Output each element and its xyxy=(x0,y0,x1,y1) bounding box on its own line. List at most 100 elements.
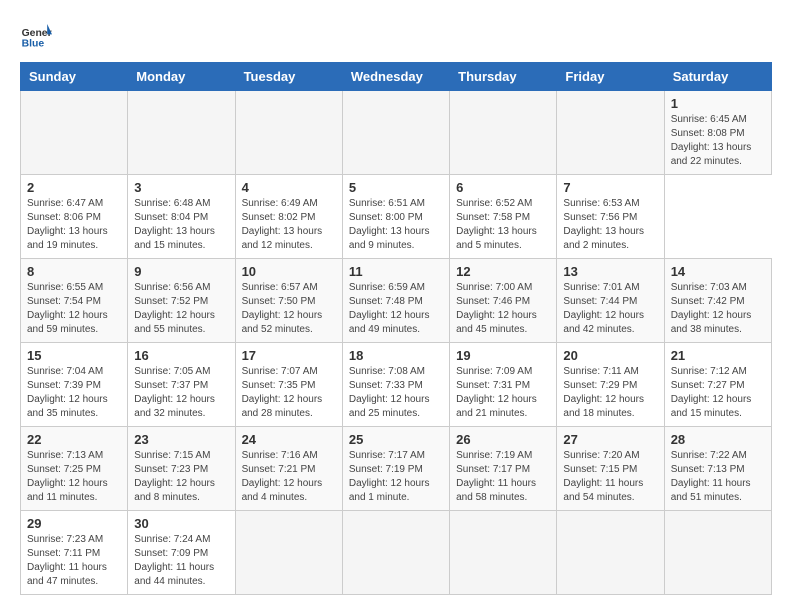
day-info: Sunrise: 7:08 AMSunset: 7:33 PMDaylight:… xyxy=(349,365,443,421)
calendar-table: SundayMondayTuesdayWednesdayThursdayFrid… xyxy=(20,62,772,595)
svg-text:Blue: Blue xyxy=(22,38,45,49)
day-info: Sunrise: 7:09 AMSunset: 7:31 PMDaylight:… xyxy=(456,365,550,421)
col-header-sunday: Sunday xyxy=(21,63,128,91)
day-info: Sunrise: 6:59 AMSunset: 7:48 PMDaylight:… xyxy=(349,281,443,337)
day-cell-17: 17 Sunrise: 7:07 AMSunset: 7:35 PMDayligh… xyxy=(235,343,342,427)
calendar-week-1: 1Sunrise: 6:45 AMSunset: 8:08 PMDaylight… xyxy=(21,91,772,175)
day-info: Sunrise: 6:49 AMSunset: 8:02 PMDaylight:… xyxy=(242,197,336,253)
day-info: Sunrise: 7:15 AMSunset: 7:23 PMDaylight:… xyxy=(134,449,228,505)
day-cell-22: 22 Sunrise: 7:13 AMSunset: 7:25 PMDayligh… xyxy=(21,427,128,511)
empty-cell xyxy=(557,91,664,175)
day-cell-20: 20 Sunrise: 7:11 AMSunset: 7:29 PMDayligh… xyxy=(557,343,664,427)
day-cell-16: 16 Sunrise: 7:05 AMSunset: 7:37 PMDayligh… xyxy=(128,343,235,427)
day-number: 18 xyxy=(349,348,443,363)
day-cell-6: 6Sunrise: 6:52 AMSunset: 7:58 PMDaylight… xyxy=(450,175,557,259)
day-cell-2: 2 Sunrise: 6:47 AMSunset: 8:06 PMDaylight… xyxy=(21,175,128,259)
day-cell-24: 24 Sunrise: 7:16 AMSunset: 7:21 PMDayligh… xyxy=(235,427,342,511)
empty-cell xyxy=(235,511,342,595)
day-info: Sunrise: 7:22 AMSunset: 7:13 PMDaylight:… xyxy=(671,449,765,505)
day-number: 4 xyxy=(242,180,336,195)
empty-cell xyxy=(450,91,557,175)
day-number: 29 xyxy=(27,516,121,531)
col-header-friday: Friday xyxy=(557,63,664,91)
day-number: 24 xyxy=(242,432,336,447)
day-cell-7: 7Sunrise: 6:53 AMSunset: 7:56 PMDaylight… xyxy=(557,175,664,259)
day-number: 21 xyxy=(671,348,765,363)
day-number: 30 xyxy=(134,516,228,531)
calendar-body: 1Sunrise: 6:45 AMSunset: 8:08 PMDaylight… xyxy=(21,91,772,595)
day-cell-29: 29 Sunrise: 7:23 AMSunset: 7:11 PMDayligh… xyxy=(21,511,128,595)
calendar-week-3: 8 Sunrise: 6:55 AMSunset: 7:54 PMDaylight… xyxy=(21,259,772,343)
day-cell-18: 18 Sunrise: 7:08 AMSunset: 7:33 PMDayligh… xyxy=(342,343,449,427)
day-info: Sunrise: 7:24 AMSunset: 7:09 PMDaylight:… xyxy=(134,533,228,589)
day-number: 5 xyxy=(349,180,443,195)
day-info: Sunrise: 7:05 AMSunset: 7:37 PMDaylight:… xyxy=(134,365,228,421)
calendar-header-row: SundayMondayTuesdayWednesdayThursdayFrid… xyxy=(21,63,772,91)
day-number: 15 xyxy=(27,348,121,363)
day-cell-27: 27Sunrise: 7:20 AMSunset: 7:15 PMDayligh… xyxy=(557,427,664,511)
page-header: General Blue xyxy=(20,20,772,52)
day-info: Sunrise: 6:48 AMSunset: 8:04 PMDaylight:… xyxy=(134,197,228,253)
empty-cell xyxy=(450,511,557,595)
day-number: 1 xyxy=(671,96,765,111)
day-cell-14: 14Sunrise: 7:03 AMSunset: 7:42 PMDayligh… xyxy=(664,259,771,343)
day-info: Sunrise: 6:57 AMSunset: 7:50 PMDaylight:… xyxy=(242,281,336,337)
day-cell-11: 11 Sunrise: 6:59 AMSunset: 7:48 PMDayligh… xyxy=(342,259,449,343)
day-info: Sunrise: 7:12 AMSunset: 7:27 PMDaylight:… xyxy=(671,365,765,421)
col-header-wednesday: Wednesday xyxy=(342,63,449,91)
day-info: Sunrise: 7:03 AMSunset: 7:42 PMDaylight:… xyxy=(671,281,765,337)
day-cell-13: 13Sunrise: 7:01 AMSunset: 7:44 PMDayligh… xyxy=(557,259,664,343)
day-info: Sunrise: 7:20 AMSunset: 7:15 PMDaylight:… xyxy=(563,449,657,505)
day-info: Sunrise: 6:53 AMSunset: 7:56 PMDaylight:… xyxy=(563,197,657,253)
day-info: Sunrise: 6:55 AMSunset: 7:54 PMDaylight:… xyxy=(27,281,121,337)
day-number: 2 xyxy=(27,180,121,195)
day-cell-10: 10 Sunrise: 6:57 AMSunset: 7:50 PMDayligh… xyxy=(235,259,342,343)
day-number: 9 xyxy=(134,264,228,279)
day-cell-12: 12Sunrise: 7:00 AMSunset: 7:46 PMDayligh… xyxy=(450,259,557,343)
day-info: Sunrise: 7:17 AMSunset: 7:19 PMDaylight:… xyxy=(349,449,443,505)
day-number: 16 xyxy=(134,348,228,363)
day-cell-19: 19 Sunrise: 7:09 AMSunset: 7:31 PMDayligh… xyxy=(450,343,557,427)
calendar-week-2: 2 Sunrise: 6:47 AMSunset: 8:06 PMDaylight… xyxy=(21,175,772,259)
day-cell-30: 30 Sunrise: 7:24 AMSunset: 7:09 PMDayligh… xyxy=(128,511,235,595)
day-info: Sunrise: 7:01 AMSunset: 7:44 PMDaylight:… xyxy=(563,281,657,337)
col-header-thursday: Thursday xyxy=(450,63,557,91)
empty-cell xyxy=(21,91,128,175)
day-number: 6 xyxy=(456,180,550,195)
calendar-week-4: 15Sunrise: 7:04 AMSunset: 7:39 PMDayligh… xyxy=(21,343,772,427)
day-info: Sunrise: 7:23 AMSunset: 7:11 PMDaylight:… xyxy=(27,533,121,589)
day-info: Sunrise: 7:13 AMSunset: 7:25 PMDaylight:… xyxy=(27,449,121,505)
day-info: Sunrise: 7:07 AMSunset: 7:35 PMDaylight:… xyxy=(242,365,336,421)
day-number: 17 xyxy=(242,348,336,363)
day-cell-15: 15Sunrise: 7:04 AMSunset: 7:39 PMDayligh… xyxy=(21,343,128,427)
day-number: 19 xyxy=(456,348,550,363)
day-info: Sunrise: 6:47 AMSunset: 8:06 PMDaylight:… xyxy=(27,197,121,253)
day-number: 26 xyxy=(456,432,550,447)
col-header-tuesday: Tuesday xyxy=(235,63,342,91)
day-number: 11 xyxy=(349,264,443,279)
day-cell-4: 4 Sunrise: 6:49 AMSunset: 8:02 PMDaylight… xyxy=(235,175,342,259)
empty-cell xyxy=(664,511,771,595)
day-info: Sunrise: 7:19 AMSunset: 7:17 PMDaylight:… xyxy=(456,449,550,505)
day-info: Sunrise: 6:56 AMSunset: 7:52 PMDaylight:… xyxy=(134,281,228,337)
day-number: 10 xyxy=(242,264,336,279)
day-number: 23 xyxy=(134,432,228,447)
empty-cell xyxy=(128,91,235,175)
day-number: 22 xyxy=(27,432,121,447)
day-cell-3: 3 Sunrise: 6:48 AMSunset: 8:04 PMDaylight… xyxy=(128,175,235,259)
day-cell-28: 28Sunrise: 7:22 AMSunset: 7:13 PMDayligh… xyxy=(664,427,771,511)
logo-icon: General Blue xyxy=(20,20,52,52)
col-header-monday: Monday xyxy=(128,63,235,91)
col-header-saturday: Saturday xyxy=(664,63,771,91)
day-number: 20 xyxy=(563,348,657,363)
calendar-week-5: 22 Sunrise: 7:13 AMSunset: 7:25 PMDayligh… xyxy=(21,427,772,511)
empty-cell xyxy=(342,91,449,175)
day-number: 3 xyxy=(134,180,228,195)
day-cell-25: 25Sunrise: 7:17 AMSunset: 7:19 PMDayligh… xyxy=(342,427,449,511)
day-info: Sunrise: 7:00 AMSunset: 7:46 PMDaylight:… xyxy=(456,281,550,337)
day-info: Sunrise: 7:11 AMSunset: 7:29 PMDaylight:… xyxy=(563,365,657,421)
empty-cell xyxy=(342,511,449,595)
day-info: Sunrise: 7:16 AMSunset: 7:21 PMDaylight:… xyxy=(242,449,336,505)
empty-cell xyxy=(557,511,664,595)
day-number: 8 xyxy=(27,264,121,279)
